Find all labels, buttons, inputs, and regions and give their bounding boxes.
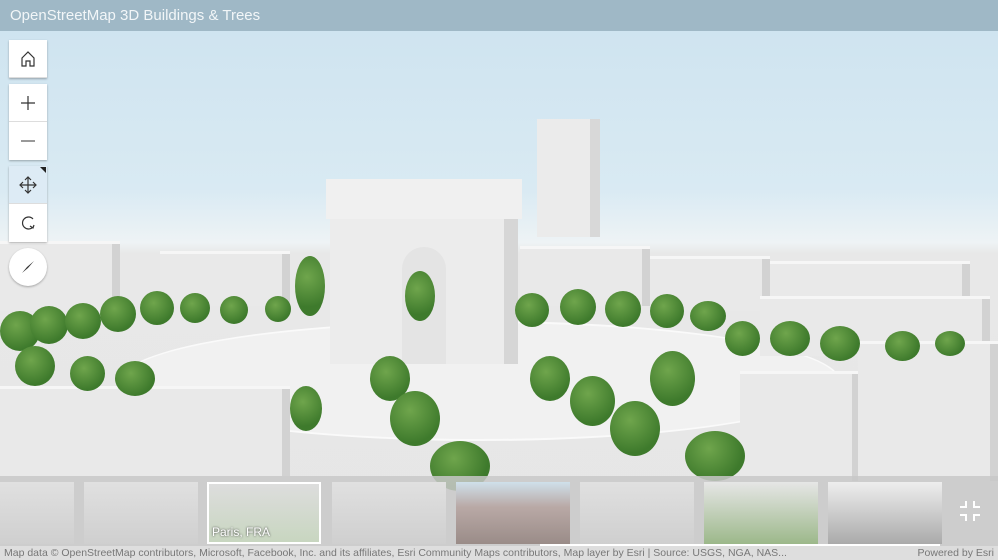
tree (570, 376, 615, 426)
building (0, 386, 290, 476)
tree (180, 293, 210, 323)
tree (685, 431, 745, 481)
app-title: OpenStreetMap 3D Buildings & Trees (0, 0, 998, 31)
home-button[interactable] (9, 40, 47, 78)
home-icon (21, 50, 35, 67)
tree (405, 271, 435, 321)
tower-building (537, 119, 600, 237)
tree (70, 356, 105, 391)
slide-thumbnail[interactable] (704, 482, 818, 544)
powered-by-esri[interactable]: Powered by Esri (917, 546, 994, 560)
rotate-button[interactable] (9, 204, 47, 242)
collapse-icon (960, 501, 980, 521)
tree (515, 293, 549, 327)
slide-thumbnail[interactable] (456, 482, 570, 544)
pan-button[interactable] (9, 166, 47, 204)
slide-thumbnail[interactable] (0, 482, 74, 544)
slides-carousel: Paris, FRA (0, 476, 998, 546)
tree (560, 289, 596, 325)
tree (820, 326, 860, 361)
tree (265, 296, 291, 322)
tree (65, 303, 101, 339)
tree (770, 321, 810, 356)
slide-thumbnail[interactable] (828, 482, 942, 544)
building (740, 371, 860, 481)
tree (295, 256, 325, 316)
tree (15, 346, 55, 386)
compass-icon (22, 261, 34, 273)
tree (100, 296, 136, 332)
zoom-out-button[interactable] (9, 122, 47, 160)
zoom-in-button[interactable] (9, 84, 47, 122)
slide-thumbnail[interactable] (580, 482, 694, 544)
slide-thumbnail[interactable] (332, 482, 446, 544)
slide-label: Paris, FRA (212, 525, 271, 539)
slide-thumbnail-selected[interactable]: Paris, FRA (207, 482, 321, 544)
rotate-icon (22, 216, 35, 230)
tree (290, 386, 322, 431)
tree (935, 331, 965, 356)
tree (610, 401, 660, 456)
slide-thumbnail[interactable] (84, 482, 198, 544)
tree (650, 351, 695, 406)
minus-icon (21, 140, 35, 142)
tree (725, 321, 760, 356)
tree (115, 361, 155, 396)
attribution-bar[interactable]: Map data © OpenStreetMap contributors, M… (0, 546, 998, 560)
tree (690, 301, 726, 331)
tree (220, 296, 248, 324)
tree (30, 306, 68, 344)
building (858, 341, 998, 481)
tree (530, 356, 570, 401)
tree (140, 291, 174, 325)
compass-button[interactable] (9, 248, 47, 286)
attribution-text: Map data © OpenStreetMap contributors, M… (4, 547, 787, 559)
tree (605, 291, 641, 327)
pan-icon (19, 175, 37, 194)
tree (885, 331, 920, 361)
map-toolbar (9, 40, 47, 286)
tree (390, 391, 440, 446)
tree (650, 294, 684, 328)
plus-icon (21, 95, 35, 110)
exit-fullscreen-button[interactable] (942, 476, 998, 546)
